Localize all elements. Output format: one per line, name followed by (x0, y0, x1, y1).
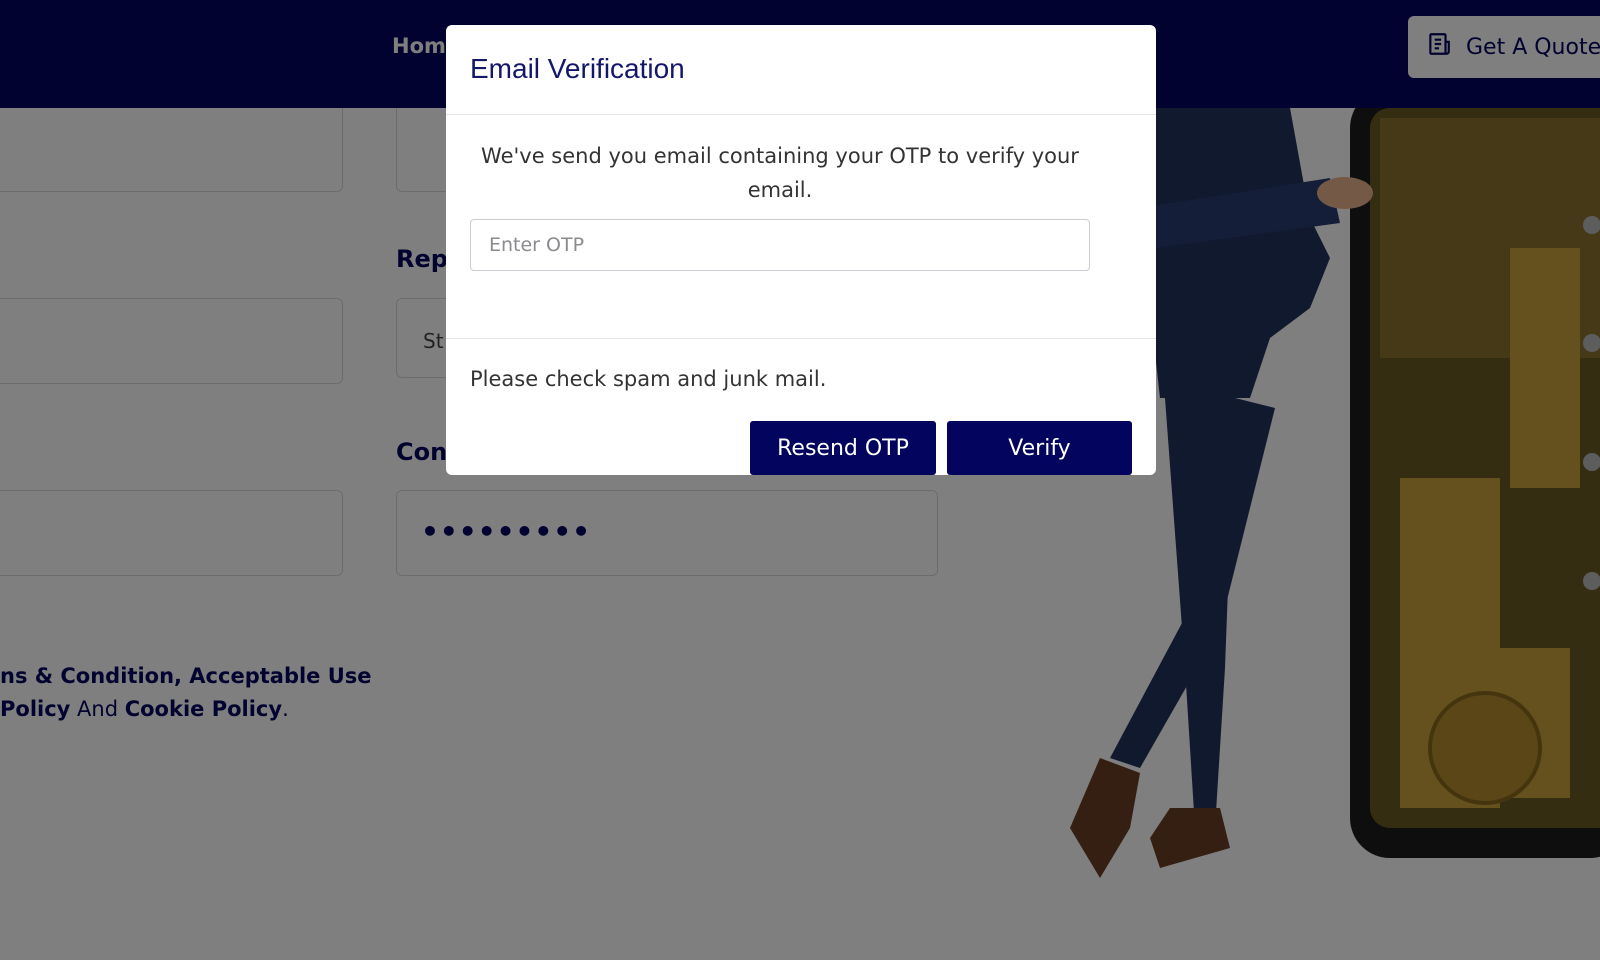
spam-note: Please check spam and junk mail. (470, 367, 827, 391)
modal-body: We've send you email containing your OTP… (446, 115, 1156, 339)
modal-footer: Please check spam and junk mail. Resend … (446, 339, 1156, 475)
otp-input[interactable] (470, 219, 1090, 271)
modal-header: Email Verification (446, 25, 1156, 115)
resend-otp-button[interactable]: Resend OTP (750, 421, 936, 475)
modal-title: Email Verification (470, 53, 685, 84)
verify-button[interactable]: Verify (947, 421, 1132, 475)
verification-message: We've send you email containing your OTP… (481, 144, 1079, 202)
email-verification-modal: Email Verification We've send you email … (446, 25, 1156, 475)
